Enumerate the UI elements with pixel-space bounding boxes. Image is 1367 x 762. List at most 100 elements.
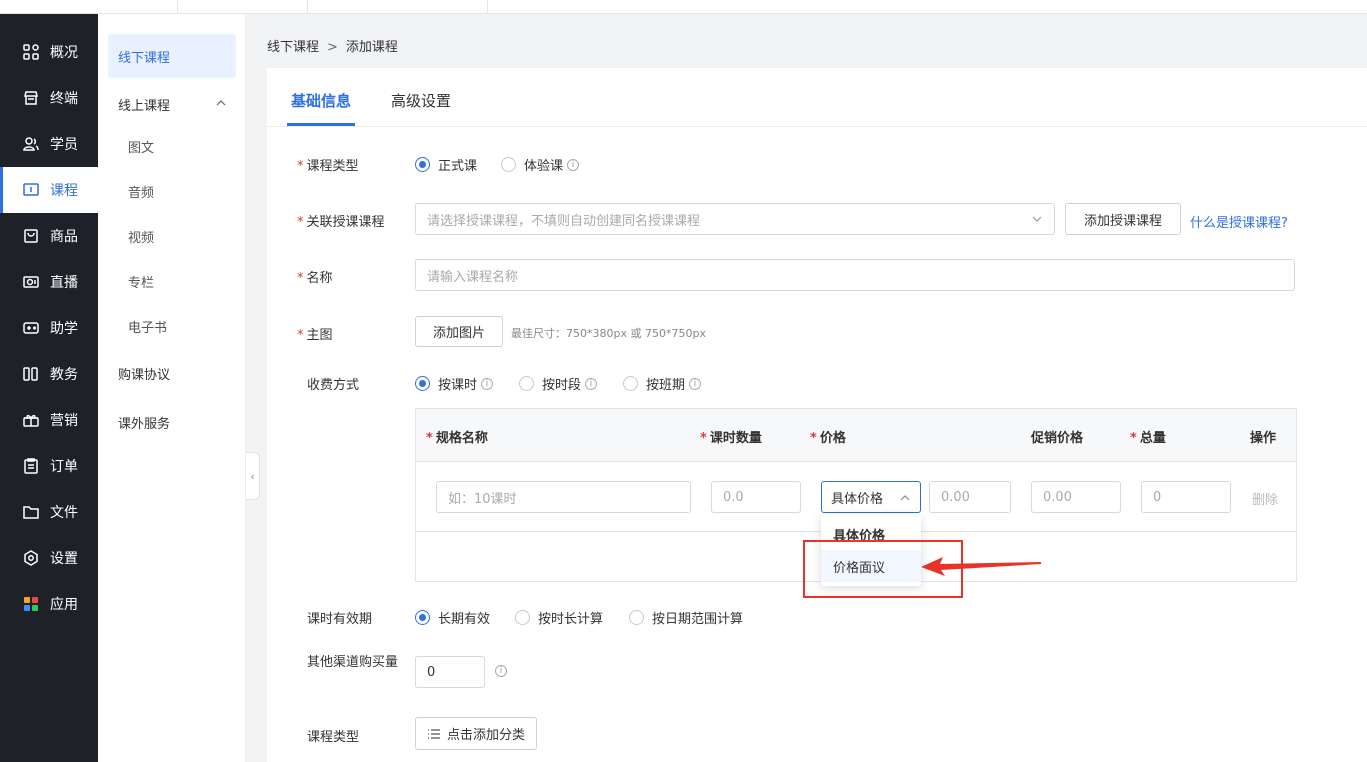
name-label: * 名称	[297, 267, 333, 286]
bag-icon	[24, 229, 38, 243]
subnav-item-agreement[interactable]: 购课协议	[108, 351, 236, 395]
nav-item-marketing[interactable]: 营销	[0, 397, 98, 443]
delete-link[interactable]: 删除	[1252, 489, 1278, 508]
breadcrumb: 线下课程 > 添加课程	[267, 36, 398, 55]
course-name-input[interactable]: 请输入课程名称	[415, 259, 1295, 291]
top-tab[interactable]	[178, 0, 308, 14]
info-icon[interactable]: i	[689, 377, 702, 390]
price-type-select[interactable]: 具体价格	[821, 481, 921, 513]
lesson-count-input[interactable]: 0.0	[711, 481, 801, 513]
total-input[interactable]: 0	[1141, 481, 1231, 513]
nav-item-settings[interactable]: 设置	[0, 535, 98, 581]
nav-label: 订单	[50, 459, 78, 475]
course-subnav: 线下课程 线上课程 图文 音频 视频 专栏 电子书 购课协议 课外服务	[98, 14, 246, 762]
top-tab[interactable]	[0, 0, 178, 14]
nav-item-terminal[interactable]: 终端	[0, 75, 98, 121]
nav-label: 设置	[50, 551, 78, 567]
nav-item-students[interactable]: 学员	[0, 121, 98, 167]
tab-basic-info[interactable]: 基础信息	[291, 90, 351, 111]
input-placeholder: 0.00	[941, 489, 970, 505]
validity-label: 课时有效期	[307, 612, 373, 627]
breadcrumb-current: 添加课程	[345, 40, 398, 55]
nav-item-courses[interactable]: 课程	[0, 167, 98, 213]
radio-by-lesson[interactable]: 按课时 i	[415, 374, 494, 393]
subnav-label: 线上课程	[118, 98, 171, 114]
nav-item-assist[interactable]: 助学	[0, 305, 98, 351]
subnav-item-article[interactable]: 图文	[108, 124, 236, 168]
radio-by-duration[interactable]: 按时长计算	[515, 608, 603, 627]
header-total: * 总量	[1130, 427, 1166, 446]
nav-item-goods[interactable]: 商品	[0, 213, 98, 259]
nav-item-files[interactable]: 文件	[0, 489, 98, 535]
other-channel-label: 其他渠道购买量	[307, 655, 399, 670]
nav-label: 终端	[50, 91, 78, 107]
nav-label: 商品	[50, 229, 78, 245]
folder-icon	[23, 506, 39, 519]
main-image-label: * 主图	[297, 324, 333, 343]
input-placeholder: 0.0	[723, 489, 744, 505]
radio-by-class[interactable]: 按班期 i	[623, 374, 702, 393]
radio-long-term[interactable]: 长期有效	[415, 608, 490, 627]
required-mark: *	[297, 215, 304, 230]
radio-by-period[interactable]: 按时段 i	[519, 374, 598, 393]
grid-icon	[23, 44, 39, 60]
label-text: 课程类型	[306, 159, 359, 174]
other-channel-input[interactable]: 0	[415, 656, 485, 688]
radio-label: 体验课	[524, 159, 564, 174]
info-icon[interactable]: i	[567, 158, 580, 171]
nav-item-orders[interactable]: 订单	[0, 443, 98, 489]
course-type-label: * 课程类型	[297, 155, 359, 174]
subnav-item-video[interactable]: 视频	[108, 214, 236, 258]
tab-advanced-settings[interactable]: 高级设置	[391, 90, 451, 111]
radio-by-date-range[interactable]: 按日期范围计算	[629, 608, 743, 627]
price-input[interactable]: 0.00	[929, 481, 1011, 513]
info-icon[interactable]: i	[481, 377, 494, 390]
chevron-down-icon	[1032, 216, 1042, 222]
header-text: 课时数量	[709, 431, 762, 446]
required-mark: *	[426, 431, 433, 446]
info-icon[interactable]: i	[585, 377, 598, 390]
nav-label: 直播	[50, 275, 78, 291]
label-text: 关联授课课程	[306, 215, 385, 230]
collapse-sidebar-button[interactable]: ‹	[246, 452, 260, 500]
nav-item-live[interactable]: 直播	[0, 259, 98, 305]
subnav-item-extra[interactable]: 课外服务	[108, 400, 236, 444]
header-text: 总量	[1139, 431, 1166, 446]
what-is-teaching-course-link[interactable]: 什么是授课课程?	[1190, 212, 1288, 231]
subnav-item-audio[interactable]: 音频	[108, 169, 236, 213]
add-category-button[interactable]: 点击添加分类	[415, 717, 537, 750]
subnav-item-offline[interactable]: 线下课程	[108, 34, 236, 78]
subnav-item-column[interactable]: 专栏	[108, 259, 236, 303]
radio-trial-course[interactable]: 体验课 i	[501, 155, 580, 174]
radio-formal-course[interactable]: 正式课	[415, 155, 477, 174]
course-icon	[23, 183, 39, 196]
camera-icon	[23, 276, 39, 288]
nav-item-apps[interactable]: 应用	[0, 581, 98, 627]
input-placeholder: 请输入课程名称	[427, 269, 519, 285]
promo-price-input[interactable]: 0.00	[1031, 481, 1121, 513]
nav-item-overview[interactable]: 概况	[0, 29, 98, 75]
required-mark: *	[297, 328, 304, 343]
top-tab[interactable]	[308, 0, 488, 14]
spec-name-input[interactable]: 如：10课时	[436, 481, 691, 513]
subnav-item-online[interactable]: 线上课程	[108, 82, 236, 126]
info-icon[interactable]: i	[495, 665, 507, 677]
required-mark: *	[1130, 431, 1137, 446]
users-icon	[23, 137, 39, 151]
add-image-button[interactable]: 添加图片	[415, 316, 503, 347]
spec-table-header: * 规格名称 * 课时数量 * 价格 促销价格 * 总量 操作	[416, 409, 1296, 462]
subnav-item-ebook[interactable]: 电子书	[108, 304, 236, 348]
required-mark: *	[297, 159, 304, 174]
required-mark: *	[700, 431, 707, 446]
add-teaching-course-button[interactable]: 添加授课课程	[1065, 203, 1181, 235]
label-text: 名称	[306, 271, 333, 286]
nav-item-academic[interactable]: 教务	[0, 351, 98, 397]
apps-icon	[24, 597, 38, 611]
breadcrumb-parent[interactable]: 线下课程	[267, 40, 319, 55]
radio-circle	[415, 376, 430, 391]
header-promo-price: 促销价格	[1031, 431, 1084, 446]
related-course-select[interactable]: 请选择授课课程，不填则自动创建同名授课课程	[415, 203, 1055, 235]
related-course-label: * 关联授课课程	[297, 211, 385, 230]
radio-label: 按时长计算	[538, 612, 604, 627]
nav-label: 学员	[50, 137, 78, 153]
